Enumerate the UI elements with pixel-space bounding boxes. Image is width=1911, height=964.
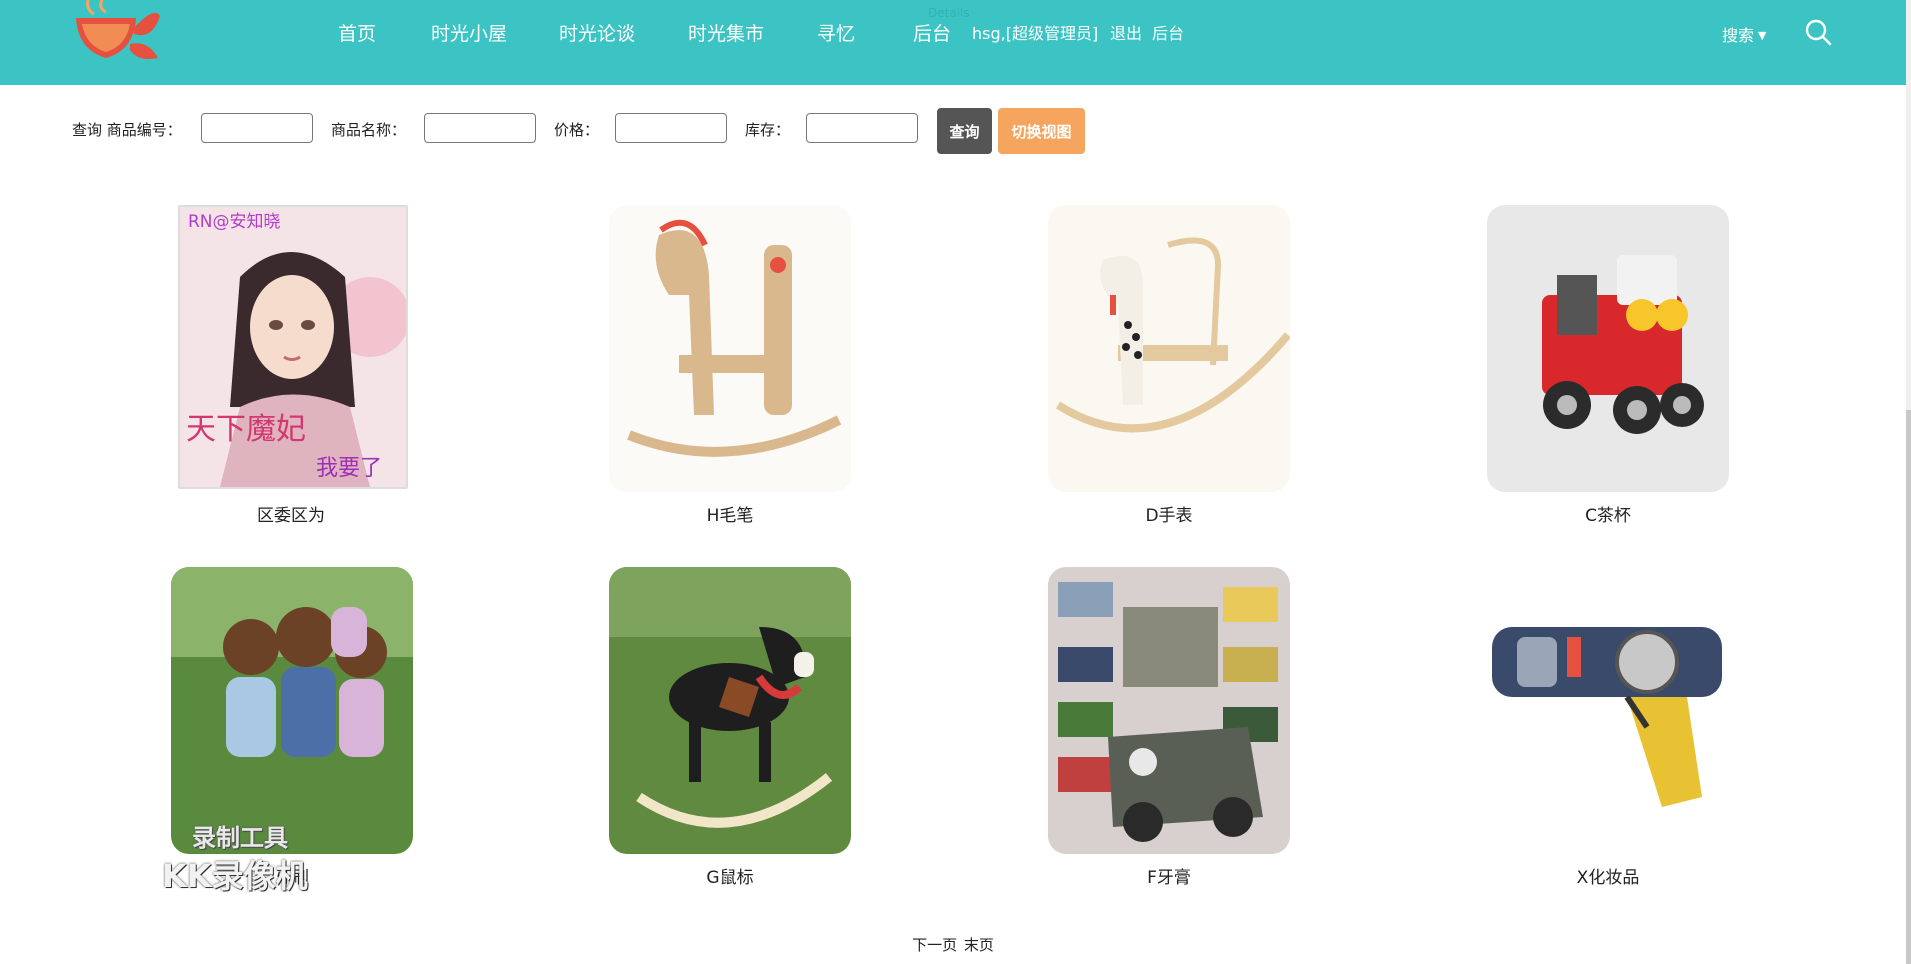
switch-view-button[interactable]: 切换视图	[998, 108, 1085, 154]
next-page-link[interactable]: 下一页	[912, 936, 957, 954]
product-image-toy-blaster-gun[interactable]	[1487, 567, 1729, 854]
product-image-plush-rocking-horse[interactable]	[609, 567, 851, 854]
site-logo[interactable]	[68, 0, 164, 66]
current-user-label: hsg,[超级管理员]	[972, 24, 1099, 43]
last-page-link[interactable]: 末页	[964, 936, 994, 954]
product-image-toy-military-vehicles[interactable]	[1048, 567, 1290, 854]
product-image-rocking-horse-chair[interactable]	[1048, 205, 1290, 492]
poster-watermark-text: RN@安知晓	[188, 212, 281, 232]
nav-item-admin[interactable]: 后台	[913, 20, 951, 48]
poster-title-text: 天下魔妃	[186, 412, 306, 447]
product-name[interactable]: 牙刷	[171, 863, 413, 888]
nav-item-memory[interactable]: 寻忆	[817, 20, 855, 48]
product-image-wooden-rocking-horse[interactable]	[609, 205, 851, 492]
stock-input[interactable]	[806, 113, 918, 143]
product-image-toy-fire-truck[interactable]	[1487, 205, 1729, 492]
query-prefix: 查询	[72, 121, 103, 139]
product-code-label: 商品编号：	[106, 121, 182, 139]
product-name[interactable]: D手表	[1048, 501, 1290, 526]
product-name-label: 商品名称：	[331, 121, 407, 139]
product-name[interactable]: C茶杯	[1487, 501, 1729, 526]
nav-item-time-cabin[interactable]: 时光小屋	[431, 20, 507, 48]
page-scrollbar[interactable]	[1906, 0, 1911, 964]
product-name[interactable]: X化妆品	[1487, 863, 1729, 888]
product-image-monchhichi-dolls[interactable]	[171, 567, 413, 854]
price-input[interactable]	[615, 113, 727, 143]
product-name-input[interactable]	[424, 113, 536, 143]
product-name[interactable]: H毛笔	[609, 501, 851, 526]
nav-item-time-market[interactable]: 时光集市	[688, 20, 764, 48]
chevron-down-icon: ▼	[1758, 29, 1767, 42]
price-label: 价格：	[554, 121, 600, 139]
details-ghost-text: Details	[928, 6, 970, 20]
query-button[interactable]: 查询	[937, 108, 992, 154]
poster-slogan-text: 我要了	[316, 456, 382, 481]
scrollbar-thumb[interactable]	[1906, 410, 1911, 964]
admin-link[interactable]: 后台	[1152, 22, 1184, 46]
top-navbar: Details 首页 时光小屋 时光论谈 时光集市 寻忆 后台 hsg,[超级管…	[0, 0, 1906, 85]
product-name[interactable]: F牙膏	[1048, 863, 1290, 888]
search-toggle-label: 搜索	[1722, 26, 1755, 45]
pagination: 下一页 末页	[0, 934, 1906, 955]
logout-link[interactable]: 退出	[1110, 22, 1142, 46]
search-dropdown-toggle[interactable]: 搜索 ▼	[1722, 22, 1766, 46]
product-name[interactable]: G鼠标	[609, 863, 851, 888]
stock-label: 库存：	[745, 121, 791, 139]
product-image-anime-girl[interactable]: RN@安知晓 天下魔妃 我要了	[178, 205, 408, 489]
nav-item-home[interactable]: 首页	[338, 20, 376, 48]
search-icon[interactable]	[1804, 18, 1832, 46]
filter-prefix-label: 查询 商品编号：	[72, 119, 182, 140]
nav-item-time-forum[interactable]: 时光论谈	[559, 20, 635, 48]
product-name[interactable]: 区委区为	[170, 501, 412, 526]
product-code-input[interactable]	[201, 113, 313, 143]
